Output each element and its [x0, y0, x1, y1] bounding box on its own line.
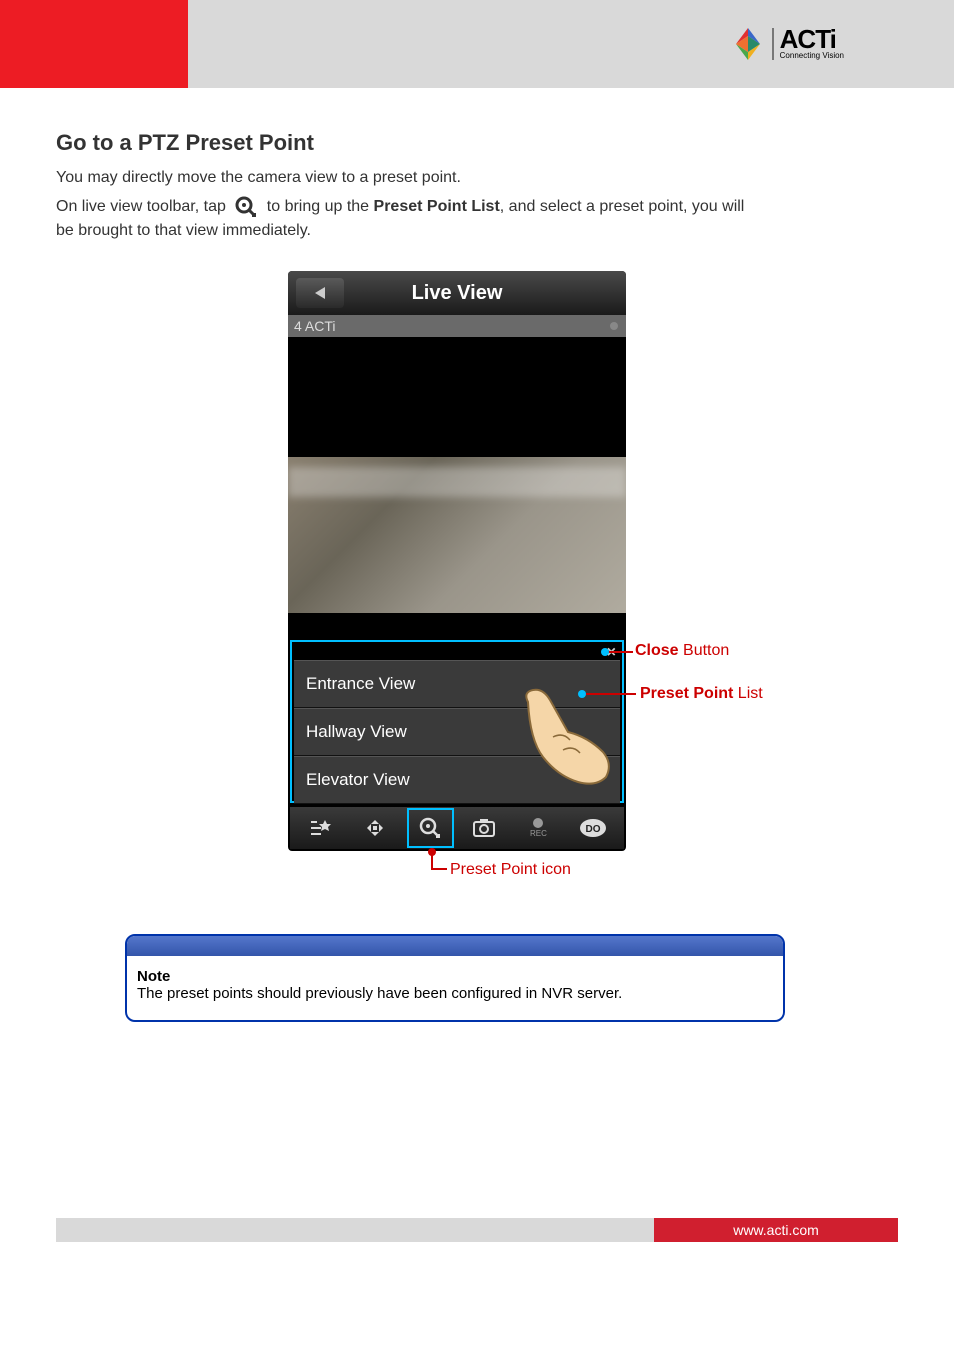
rec-label: REC — [530, 829, 547, 838]
preset-item-hallway[interactable]: Hallway View — [294, 708, 620, 756]
camera-label: 4 ACTi — [294, 318, 336, 334]
brand-tagline: Connecting Vision — [780, 51, 844, 60]
live-video-frame[interactable] — [288, 457, 626, 613]
callout-close-rest: Button — [679, 642, 730, 659]
footer-url: www.acti.com — [654, 1218, 898, 1242]
ptz-icon[interactable] — [353, 811, 397, 845]
do-icon[interactable]: DO — [571, 811, 615, 845]
leader-line — [431, 868, 447, 870]
leader-line — [431, 852, 433, 868]
callout-preset-list-rest: List — [733, 685, 762, 702]
body-line-2b: to bring up the — [267, 198, 369, 215]
preset-point-list: Entrance View Hallway View Elevator View — [294, 660, 620, 804]
preset-star-icon[interactable] — [299, 811, 343, 845]
preset-item-entrance[interactable]: Entrance View — [294, 660, 620, 708]
video-black-area — [288, 337, 626, 457]
header-red-block — [0, 0, 188, 88]
record-icon[interactable]: REC — [516, 811, 560, 845]
status-dot-icon — [610, 322, 618, 330]
back-arrow-icon — [315, 287, 325, 299]
callout-close: Close Button — [635, 642, 729, 660]
callout-close-bold: Close — [635, 642, 679, 659]
brand-name: ACTi — [780, 28, 844, 51]
phone-titlebar: Live View — [288, 271, 626, 315]
leader-line — [609, 651, 633, 653]
callout-preset-list: Preset Point List — [640, 685, 763, 703]
brand-logo: ACTi Connecting Vision — [730, 26, 844, 62]
preset-icon-highlight — [407, 808, 454, 848]
body-line-1: You may directly move the camera view to… — [56, 164, 461, 193]
body-line-3: be brought to that view immediately. — [56, 222, 311, 240]
leader-dot-icon — [578, 690, 586, 698]
body-line-2c: , and select a preset point, you will — [500, 198, 745, 215]
note-body: Note The preset points should previously… — [127, 956, 783, 1014]
phone-title: Live View — [412, 282, 503, 305]
body-line-2: On live view toolbar, tap to bring up th… — [56, 193, 866, 222]
live-view-toolbar: REC DO — [290, 807, 624, 849]
snapshot-icon[interactable] — [462, 811, 506, 845]
note-header — [127, 936, 783, 956]
camera-label-bar: 4 ACTi — [288, 315, 626, 337]
header-bar: ACTi Connecting Vision — [0, 0, 954, 88]
callout-preset-list-bold: Preset Point — [640, 685, 733, 702]
back-button[interactable] — [296, 278, 344, 308]
leader-dot-icon — [601, 648, 609, 656]
callout-preset-icon: Preset Point icon — [450, 861, 571, 879]
body-line-2a: On live view toolbar, tap — [56, 198, 226, 215]
note-text: The preset points should previously have… — [137, 985, 773, 1002]
note-box: Note The preset points should previously… — [125, 934, 785, 1022]
note-title: Note — [137, 968, 170, 985]
logo-mark-icon — [730, 26, 766, 62]
preset-item-elevator[interactable]: Elevator View — [294, 756, 620, 804]
zoom-preset-inline-icon — [234, 195, 258, 219]
footer-bar: www.acti.com — [56, 1218, 898, 1242]
leader-line — [586, 693, 636, 695]
body-line-2-bold: Preset Point List — [374, 198, 500, 215]
section-title: Go to a PTZ Preset Point — [56, 130, 314, 156]
svg-text:DO: DO — [585, 824, 600, 835]
